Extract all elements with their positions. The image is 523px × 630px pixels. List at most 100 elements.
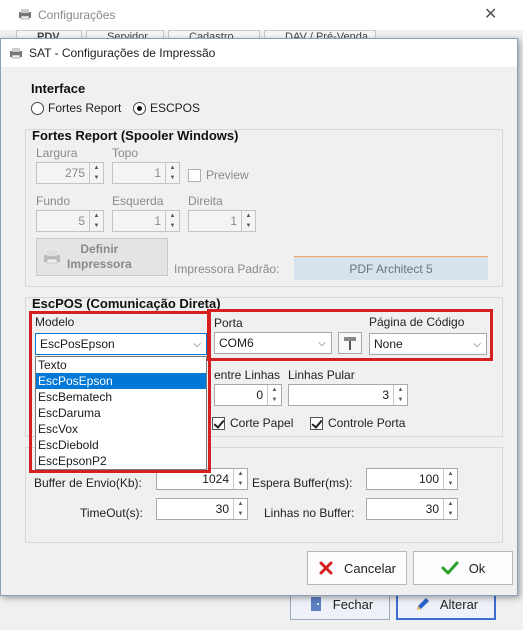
linhas-pular-value: 3	[382, 388, 389, 402]
modelo-option[interactable]: EscBematech	[36, 389, 206, 405]
preview-label: Preview	[206, 168, 249, 182]
topo-label: Topo	[112, 146, 139, 160]
espera-buffer-label: Espera Buffer(ms):	[252, 476, 353, 490]
alterar-label: Alterar	[439, 596, 479, 612]
corte-papel-check-box[interactable]	[212, 416, 225, 430]
espera-buffer-spin-arrows[interactable]: ▲ ▼	[443, 469, 457, 489]
timeout-input[interactable]: 30 ▲ ▼	[156, 498, 248, 520]
controle-porta-label: Controle Porta	[328, 416, 406, 430]
cancelar-button[interactable]: Cancelar	[307, 551, 407, 585]
cancelar-label: Cancelar	[343, 560, 397, 576]
app-icon	[19, 9, 31, 20]
linhas-buffer-spin-arrows[interactable]: ▲ ▼	[443, 499, 457, 519]
esquerda-value: 1	[154, 214, 161, 228]
impressora-padrao-value: PDF Architect 5	[294, 256, 488, 280]
chevron-down-icon: ⌵	[193, 338, 201, 350]
fundo-label: Fundo	[36, 194, 71, 208]
radio-escpos[interactable]: ESCPOS	[133, 101, 200, 115]
preview-check-box	[188, 168, 201, 182]
background-titlebar: Configurações ✕	[0, 0, 523, 30]
modelo-value: EscPosEpson	[40, 337, 115, 351]
fortes-title: Fortes Report (Spooler Windows)	[32, 128, 239, 143]
linhas-buffer-input[interactable]: 30 ▲ ▼	[366, 498, 458, 520]
fortes-report-group: Fortes Report (Spooler Windows) Largura …	[25, 128, 503, 287]
radio-escpos-label: ESCPOS	[150, 101, 201, 115]
entre-linhas-input[interactable]: 0 ▲ ▼	[214, 384, 282, 406]
escpos-title: EscPOS (Comunicação Direta)	[32, 296, 221, 311]
corte-papel-label: Corte Papel	[230, 416, 294, 430]
esquerda-label: Esquerda	[112, 194, 164, 208]
linhas-pular-input[interactable]: 3 ▲ ▼	[288, 384, 408, 406]
entre-linhas-label: entre Linhas	[214, 368, 281, 382]
entre-linhas-value: 0	[256, 388, 263, 402]
linhas-buffer-label: Linhas no Buffer:	[264, 506, 355, 520]
modelo-label: Modelo	[35, 315, 75, 329]
linhas-buffer-value: 30	[425, 502, 439, 516]
door-icon	[310, 597, 321, 611]
timeout-spin-arrows[interactable]: ▲ ▼	[233, 499, 247, 519]
buffer-envio-spin-arrows[interactable]: ▲ ▼	[233, 469, 247, 489]
pagina-codigo-value: None	[374, 337, 403, 351]
definir-impressora-label: Definir Impressora	[67, 242, 132, 271]
fundo-input: 5 ▲ ▼	[36, 210, 104, 232]
direita-input: 1 ▲ ▼	[188, 210, 256, 232]
linhas-pular-spin-arrows[interactable]: ▲ ▼	[393, 385, 407, 405]
modelo-option[interactable]: EscDaruma	[36, 405, 206, 421]
modelo-dropdown-list: Texto EscPosEpson EscBematech EscDaruma …	[35, 356, 207, 470]
impressora-padrao-label: Impressora Padrão:	[174, 262, 280, 276]
direita-value: 1	[230, 214, 237, 228]
esquerda-input: 1 ▲ ▼	[112, 210, 180, 232]
pagina-codigo-select[interactable]: None ⌵	[369, 333, 487, 355]
topo-input: 1 ▲ ▼	[112, 162, 180, 184]
sat-print-config-dialog: SAT - Configurações de Impressão Interfa…	[0, 38, 518, 596]
largura-input: 275 ▲ ▼	[36, 162, 104, 184]
interface-title: Interface	[31, 81, 86, 96]
modelo-option-selected[interactable]: EscPosEpson	[36, 373, 206, 389]
chevron-down-icon: ⌵	[473, 338, 481, 350]
direita-spin-arrows: ▲ ▼	[241, 211, 255, 231]
largura-label: Largura	[36, 146, 78, 160]
fundo-spin-arrows: ▲ ▼	[89, 211, 103, 231]
largura-value: 275	[64, 166, 85, 180]
background-title: Configurações	[38, 8, 116, 22]
definir-impressora-button: Definir Impressora	[36, 238, 168, 276]
dialog-title: SAT - Configurações de Impressão	[29, 46, 216, 60]
modelo-select[interactable]: EscPosEpson ⌵	[35, 333, 207, 355]
radio-fortes-circle[interactable]	[31, 101, 44, 115]
ok-label: Ok	[468, 560, 486, 576]
modelo-option[interactable]: EscVox	[36, 421, 206, 437]
topo-value: 1	[154, 166, 161, 180]
direita-label: Direita	[188, 194, 223, 208]
pencil-icon	[416, 598, 429, 610]
fechar-label: Fechar	[332, 596, 374, 612]
close-icon[interactable]: ✕	[484, 4, 497, 24]
interface-group: Interface Fortes Report ESCPOS	[25, 81, 223, 119]
checkmark-icon	[441, 561, 459, 575]
modelo-option[interactable]: Texto	[36, 357, 206, 373]
modelo-option[interactable]: EscEpsonP2	[36, 453, 206, 469]
printer-icon	[10, 48, 22, 59]
radio-escpos-circle[interactable]	[133, 101, 146, 115]
preview-checkbox: Preview	[188, 168, 249, 182]
controle-porta-check-box[interactable]	[310, 416, 323, 430]
buffer-envio-label: Buffer de Envio(Kb):	[34, 476, 142, 490]
radio-fortes-report[interactable]: Fortes Report	[31, 101, 121, 115]
ok-button[interactable]: Ok	[413, 551, 513, 585]
timeout-label: TimeOut(s):	[80, 506, 143, 520]
corte-papel-checkbox[interactable]: Corte Papel	[212, 416, 293, 430]
controle-porta-checkbox[interactable]: Controle Porta	[310, 416, 405, 430]
timeout-value: 30	[215, 502, 229, 516]
largura-spin-arrows: ▲ ▼	[89, 163, 103, 183]
printer-icon	[44, 251, 60, 264]
linhas-pular-label: Linhas Pular	[288, 368, 355, 382]
modelo-option[interactable]: EscDiebold	[36, 437, 206, 453]
espera-buffer-value: 100	[418, 472, 439, 486]
topo-spin-arrows: ▲ ▼	[165, 163, 179, 183]
espera-buffer-input[interactable]: 100 ▲ ▼	[366, 468, 458, 490]
radio-fortes-label: Fortes Report	[48, 101, 122, 115]
entre-linhas-spin-arrows[interactable]: ▲ ▼	[267, 385, 281, 405]
pagina-codigo-label: Página de Código	[369, 315, 465, 329]
esquerda-spin-arrows: ▲ ▼	[165, 211, 179, 231]
fundo-value: 5	[78, 214, 85, 228]
dialog-titlebar: SAT - Configurações de Impressão	[1, 39, 517, 67]
